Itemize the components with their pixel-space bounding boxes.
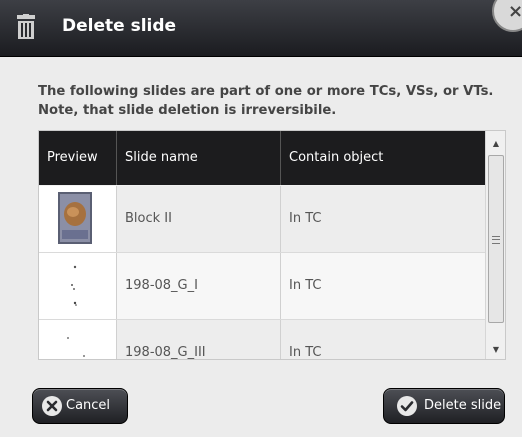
slide-thumbnail bbox=[58, 259, 92, 311]
slide-preview-cell bbox=[39, 320, 117, 359]
slide-name-cell: 198-08_G_III bbox=[117, 320, 281, 359]
delete-slide-button[interactable]: Delete slide bbox=[383, 388, 505, 424]
contain-object-cell: In TC bbox=[289, 345, 322, 360]
delete-slide-button-label: Delete slide bbox=[424, 398, 502, 413]
table-row[interactable]: 198-08_G_I In TC bbox=[39, 253, 485, 320]
cancel-button-label: Cancel bbox=[66, 398, 111, 413]
close-button[interactable]: × bbox=[492, 0, 522, 32]
contain-object-cell: In TC bbox=[289, 278, 322, 293]
cancel-button[interactable]: Cancel bbox=[32, 388, 128, 424]
slide-preview-cell bbox=[39, 186, 117, 252]
slide-preview-cell bbox=[39, 253, 117, 319]
delete-slide-dialog: Delete slide × The following slides are … bbox=[0, 0, 522, 437]
table-body: Block II In TC 198-08_G_I In TC 198-08_G… bbox=[39, 186, 485, 360]
checkmark-icon bbox=[397, 396, 417, 416]
grip-icon bbox=[492, 236, 500, 244]
contain-object-cell: In TC bbox=[289, 211, 322, 226]
slides-table: Preview Slide name Contain object Block … bbox=[38, 130, 506, 360]
cancel-icon bbox=[42, 396, 62, 416]
column-header-slide-name[interactable]: Slide name bbox=[117, 131, 281, 185]
scroll-down-arrow-icon[interactable]: ▼ bbox=[486, 341, 505, 359]
table-row[interactable]: 198-08_G_III In TC bbox=[39, 320, 485, 360]
dialog-title: Delete slide bbox=[62, 16, 177, 36]
column-header-contain-object[interactable]: Contain object bbox=[281, 131, 485, 185]
scroll-thumb[interactable] bbox=[488, 155, 504, 323]
table-scrollbar[interactable]: ▲ ▼ bbox=[485, 131, 505, 359]
trash-icon bbox=[17, 14, 35, 39]
warning-message: The following slides are part of one or … bbox=[38, 84, 494, 118]
slide-thumbnail bbox=[58, 192, 92, 244]
dialog-titlebar: Delete slide × bbox=[0, 0, 522, 57]
close-icon: × bbox=[508, 1, 522, 22]
table-header: Preview Slide name Contain object bbox=[39, 131, 485, 185]
slide-thumbnail bbox=[58, 326, 92, 359]
scroll-up-arrow-icon[interactable]: ▲ bbox=[486, 135, 505, 153]
column-header-preview[interactable]: Preview bbox=[39, 131, 117, 185]
table-row[interactable]: Block II In TC bbox=[39, 186, 485, 253]
slide-name-cell: Block II bbox=[117, 186, 281, 252]
slide-name-cell: 198-08_G_I bbox=[117, 253, 281, 319]
